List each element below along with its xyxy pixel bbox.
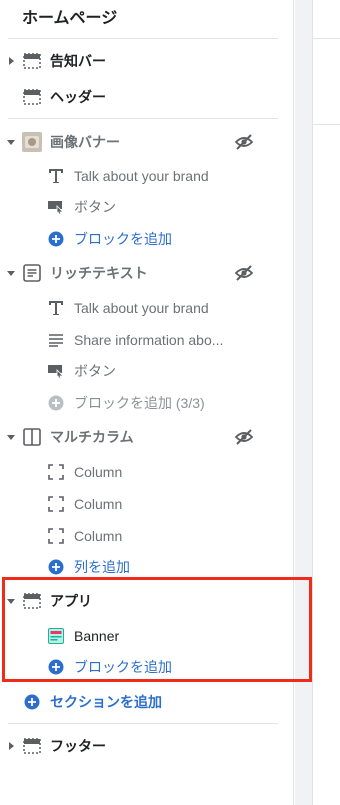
section-footer[interactable]: フッター [0,730,294,762]
image-thumbnail-icon [22,132,42,152]
block-label: Column [74,496,123,512]
block-label: ボタン [74,363,116,379]
block-item[interactable]: Column [0,456,294,488]
block-label: Column [74,528,123,544]
block-label: Share information abo... [74,332,224,348]
caret-right-icon[interactable] [7,742,15,750]
block-label: Talk about your brand [74,168,209,184]
column-icon [46,462,66,482]
caret-down-icon[interactable] [7,269,15,277]
caret-right-icon[interactable] [7,57,15,65]
divider [8,38,278,39]
block-label: Talk about your brand [74,300,209,316]
column-icon [46,494,66,514]
block-item[interactable]: Column [0,520,294,552]
add-block-button[interactable]: ブロックを追加 [0,223,294,255]
section-label: 告知バー [50,53,106,69]
section-label: 画像バナー [50,134,120,150]
section-label: ヘッダー [50,89,106,105]
section-announcement-bar[interactable]: 告知バー [0,45,294,77]
paragraph-icon [46,330,66,350]
caret-down-icon[interactable] [7,138,15,146]
plus-circle-icon [22,692,42,712]
divider [8,118,278,119]
caret-down-icon[interactable] [7,433,15,441]
add-block-label: ブロックを追加 [74,231,172,247]
text-icon [46,166,66,186]
page-title: ホームページ [22,10,118,27]
section-rich-text[interactable]: リッチテキスト [0,257,294,289]
block-item[interactable]: Column [0,488,294,520]
block-item[interactable]: Share information abo... [0,324,294,356]
plus-circle-icon [46,393,66,413]
section-multicolumn[interactable]: マルチカラム [0,421,294,453]
eye-hidden-icon[interactable] [234,263,254,283]
button-icon [46,361,66,381]
button-icon [46,197,66,217]
section-label: マルチカラム [50,429,134,445]
block-label: Column [74,464,123,480]
text-icon [46,298,66,318]
columns-icon [22,427,42,447]
add-section-button[interactable]: セクションを追加 [0,686,294,718]
preview-frame [312,0,340,805]
plus-circle-icon [46,557,66,577]
block-item[interactable]: Talk about your brand [0,160,294,192]
block-item[interactable]: Talk about your brand [0,292,294,324]
add-section-label: セクションを追加 [50,694,162,710]
eye-hidden-icon[interactable] [234,427,254,447]
add-block-label: ブロックを追加 (3/3) [74,395,205,411]
sections-sidebar: ホームページ 告知バー ヘッダー 画像バナー Talk about your b… [0,0,294,805]
footer-icon [22,736,42,756]
add-column-label: 列を追加 [74,559,130,575]
announcement-bar-icon [22,51,42,71]
eye-hidden-icon[interactable] [234,132,254,152]
section-label: フッター [50,738,106,754]
section-header[interactable]: ヘッダー [0,81,294,113]
highlight-box [2,577,312,682]
block-item[interactable]: ボタン [0,191,294,223]
section-label: リッチテキスト [50,265,148,281]
header-icon [22,87,42,107]
column-icon [46,526,66,546]
block-item[interactable]: ボタン [0,355,294,387]
add-block-button-disabled: ブロックを追加 (3/3) [0,387,294,419]
divider [8,723,278,724]
block-label: ボタン [74,199,116,215]
plus-circle-icon [46,229,66,249]
rich-text-icon [22,263,42,283]
section-image-banner[interactable]: 画像バナー [0,126,294,158]
